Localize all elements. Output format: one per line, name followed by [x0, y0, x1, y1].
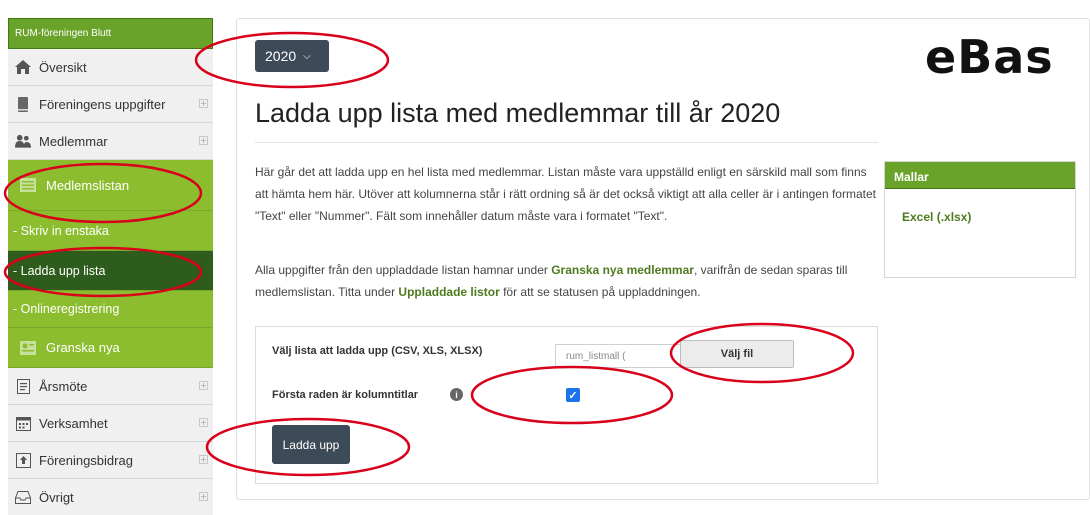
sidebar-item-label: Medlemmar — [39, 133, 108, 149]
chevron-down-icon: ⌵ — [303, 50, 311, 62]
header-row-label: Första raden är kolumntitlar — [272, 389, 419, 401]
file-select-label: Välj lista att ladda upp (CSV, XLS, XLSX… — [272, 345, 483, 357]
home-icon — [15, 59, 31, 75]
expand-icon[interactable] — [199, 492, 208, 501]
sidebar-item-label: Föreningsbidrag — [39, 452, 133, 468]
expand-icon[interactable] — [199, 381, 208, 390]
intro-paragraph: Här går det att ladda upp en hel lista m… — [255, 165, 876, 223]
sidebar-item-label: - Ladda upp lista — [13, 263, 106, 278]
users-icon — [15, 133, 31, 149]
info-text: för att se statusen på uppladdningen. — [499, 285, 701, 299]
page-title: Ladda upp lista med medlemmar till år 20… — [255, 98, 781, 128]
sidebar-item-granska-nya[interactable]: Granska nya — [8, 328, 213, 368]
sidebar-item-label: - Onlineregistrering — [13, 302, 120, 316]
sidebar-item-foreningens-uppgifter[interactable]: Föreningens uppgifter — [8, 86, 213, 123]
list-icon — [20, 177, 36, 193]
sidebar-item-label: Granska nya — [46, 340, 120, 355]
info-text: Alla uppgifter från den uppladdade lista… — [255, 263, 552, 277]
templates-box: Mallar Excel (.xlsx) — [884, 161, 1076, 278]
file-name-field[interactable]: rum_listmall ( — [555, 344, 683, 368]
sidebar-item-label: - Skriv in enstaka — [13, 223, 109, 238]
organization-name: RUM-föreningen Blutt — [15, 28, 112, 39]
review-icon — [20, 340, 36, 356]
sidebar-item-medlemslistan[interactable]: Medlemslistan — [8, 160, 213, 211]
sidebar-item-label: Övrigt — [39, 489, 74, 505]
year-dropdown[interactable]: 2020 ⌵ — [255, 40, 329, 72]
sidebar-item-oversikt[interactable]: Översikt — [8, 49, 213, 86]
divider — [255, 142, 878, 143]
sidebar-item-foreningsbidrag[interactable]: Föreningsbidrag — [8, 442, 213, 479]
info-paragraph: Alla uppgifter från den uppladdade lista… — [255, 259, 890, 303]
header-row-checkbox[interactable]: ✓ — [566, 388, 580, 402]
sidebar-item-ovrigt[interactable]: Övrigt — [8, 479, 213, 515]
excel-template-link[interactable]: Excel (.xlsx) — [902, 210, 971, 224]
sidebar-item-label: Verksamhet — [39, 415, 108, 431]
expand-icon[interactable] — [199, 418, 208, 427]
upload-button[interactable]: Ladda upp — [272, 425, 350, 464]
choose-file-button[interactable]: Välj fil — [680, 340, 794, 368]
sidebar-subitem-ladda-upp-lista[interactable]: - Ladda upp lista — [8, 251, 213, 291]
granska-nya-medlemmar-link[interactable]: Granska nya medlemmar — [551, 263, 694, 277]
year-value: 2020 — [265, 48, 297, 64]
document-icon — [15, 378, 31, 394]
expand-icon[interactable] — [199, 455, 208, 464]
uppladdade-listor-link[interactable]: Uppladdade listor — [398, 285, 499, 299]
calendar-icon — [15, 415, 31, 431]
expand-icon[interactable] — [199, 99, 208, 108]
sidebar-item-verksamhet[interactable]: Verksamhet — [8, 405, 213, 442]
inbox-icon — [15, 489, 31, 505]
sidebar-item-medlemmar[interactable]: Medlemmar — [8, 123, 213, 160]
sidebar-item-arsmote[interactable]: Årsmöte — [8, 368, 213, 405]
ebas-logo: eBas — [925, 30, 1054, 84]
sidebar-item-label: Medlemslistan — [46, 177, 130, 193]
book-icon — [15, 96, 31, 112]
sidebar-item-label: Årsmöte — [39, 378, 88, 394]
sidebar-subitem-skriv-in-enstaka[interactable]: - Skriv in enstaka — [8, 211, 213, 251]
info-icon[interactable]: i — [450, 388, 463, 401]
templates-title: Mallar — [885, 162, 1075, 189]
upload-box-icon — [15, 452, 31, 468]
expand-icon[interactable] — [199, 136, 208, 145]
organization-header[interactable]: RUM-föreningen Blutt — [8, 18, 213, 49]
sidebar-subitem-onlineregistrering[interactable]: - Onlineregistrering — [8, 291, 213, 328]
sidebar-item-label: Föreningens uppgifter — [39, 96, 166, 112]
sidebar-item-label: Översikt — [39, 59, 87, 75]
